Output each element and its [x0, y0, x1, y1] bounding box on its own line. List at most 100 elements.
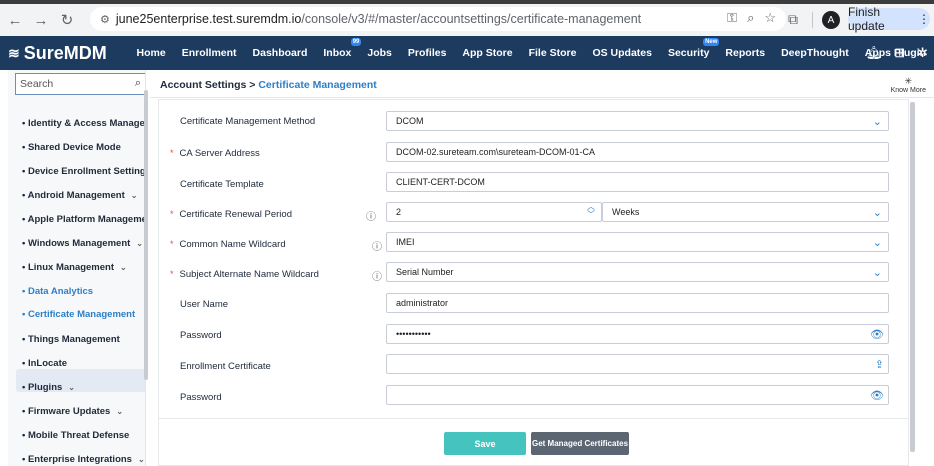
search-icon[interactable]: ⌕: [135, 77, 141, 90]
menu-app-store[interactable]: App Store: [454, 47, 520, 59]
url-host: june25enterprise.test.suremdm.io: [115, 12, 302, 26]
finish-update-button[interactable]: Finish update ⋮: [848, 5, 930, 33]
menu-jobs[interactable]: Jobs: [359, 47, 400, 59]
renewal-period-stepper[interactable]: 2 ︿ ﹀: [386, 202, 602, 222]
lightbulb-icon: ✳: [904, 76, 913, 86]
settings-gear-icon[interactable]: ✲: [917, 45, 928, 61]
ca-server-input[interactable]: DCOM-02.sureteam.com\sureteam-DCOM-01-CA: [386, 142, 889, 162]
template-input[interactable]: CLIENT-CERT-DCOM: [386, 172, 889, 192]
password-input[interactable]: ••••••••••• 👁︎: [386, 324, 889, 344]
main-scrollbar[interactable]: [910, 102, 915, 452]
sidebar-item-linux[interactable]: • Linux Management ⌄: [22, 262, 127, 273]
menu-os-updates[interactable]: OS Updates: [584, 47, 660, 59]
bookmark-star-icon[interactable]: ☆: [764, 10, 776, 26]
chevron-down-icon: ⌄: [872, 267, 882, 279]
address-bar[interactable]: ⚙ june25enterprise.test.suremdm.io/conso…: [90, 7, 786, 31]
menu-enrollment[interactable]: Enrollment: [174, 47, 245, 59]
info-icon[interactable]: ⓘ: [372, 268, 382, 283]
menu-file-store[interactable]: File Store: [521, 47, 585, 59]
menu-security[interactable]: Security New: [660, 38, 720, 59]
certificate-password-input[interactable]: 👁︎: [386, 385, 889, 405]
sidebar-item-identity[interactable]: • Identity & Access Management: [22, 118, 145, 129]
san-value: Serial Number: [396, 267, 454, 277]
breadcrumb-root[interactable]: Account Settings: [160, 79, 246, 91]
sidebar-item-label: Identity & Access Management: [27, 118, 145, 129]
sidebar-item-label: Android Management: [27, 190, 125, 201]
info-icon[interactable]: ⓘ: [372, 238, 382, 253]
menu-inbox[interactable]: Inbox 99: [315, 38, 362, 59]
san-select[interactable]: Serial Number ⌄: [386, 262, 889, 282]
required-asterisk: *: [170, 209, 174, 219]
save-button[interactable]: Save: [444, 432, 526, 455]
apps-grid-icon[interactable]: ⊞: [894, 45, 905, 61]
method-select[interactable]: DCOM ⌄: [386, 111, 889, 131]
profile-avatar[interactable]: A: [822, 11, 840, 29]
info-icon[interactable]: ⓘ: [366, 208, 376, 223]
menu-home[interactable]: Home: [129, 47, 174, 59]
back-icon[interactable]: ←: [4, 9, 26, 31]
sidebar-item-inlocate[interactable]: • InLocate: [22, 358, 67, 369]
username-input[interactable]: administrator: [386, 293, 889, 313]
sidebar-item-shared-device[interactable]: • Shared Device Mode: [22, 142, 121, 153]
menu-profiles[interactable]: Profiles: [400, 47, 455, 59]
chevron-down-icon: ⌄: [130, 191, 138, 200]
chevron-down-icon: ⌄: [137, 455, 145, 464]
upload-icon[interactable]: ⇪: [875, 358, 884, 371]
sidebar-item-label: Certificate Management: [27, 309, 136, 320]
reload-icon[interactable]: ↻: [56, 9, 78, 31]
inbox-badge: 99: [350, 38, 362, 46]
sidebar-item-label: Enterprise Integrations: [27, 454, 132, 465]
sidebar-item-android[interactable]: • Android Management ⌄: [22, 190, 137, 201]
breadcrumb-bar: Account Settings > Certificate Managemen…: [150, 70, 934, 98]
extensions-icon[interactable]: ⧉: [788, 11, 798, 28]
sidebar-item-device-enrollment[interactable]: • Device Enrollment Settings⌄: [22, 166, 145, 177]
notification-bell-icon[interactable]: 🔔︎: [866, 45, 883, 61]
suremdm-logo[interactable]: ≋ SureMDM: [8, 43, 129, 64]
chevron-down-icon: ⌄: [872, 207, 882, 219]
sidebar-item-data-analytics[interactable]: • Data Analytics: [22, 286, 93, 297]
wifi-logo-icon: ≋: [8, 44, 20, 61]
sidebar-item-label: Mobile Threat Defense: [27, 430, 130, 441]
enrollment-certificate-input[interactable]: ⇪: [386, 354, 889, 374]
renewal-unit-select[interactable]: Weeks ⌄: [602, 202, 889, 222]
cn-value: IMEI: [396, 237, 415, 247]
finish-update-label: Finish update: [848, 5, 885, 33]
menu-dashboard[interactable]: Dashboard: [245, 47, 316, 59]
sidebar-item-label: Shared Device Mode: [27, 142, 121, 153]
password-label: Password: [180, 330, 222, 341]
cn-select[interactable]: IMEI ⌄: [386, 232, 889, 252]
settings-sidebar: Search ⌕ • Identity & Access Management …: [8, 70, 146, 466]
menu-reports[interactable]: Reports: [717, 47, 773, 59]
cn-label: * Common Name Wildcard: [170, 239, 286, 250]
sidebar-item-plugins[interactable]: • Plugins ⌄: [22, 382, 75, 393]
sidebar-item-certificate-management[interactable]: • Certificate Management: [22, 309, 135, 320]
site-info-icon[interactable]: ⚙: [100, 13, 110, 26]
sidebar-item-label: Linux Management: [27, 262, 115, 273]
sidebar-item-apple[interactable]: • Apple Platform Management⌄: [22, 214, 145, 225]
sidebar-scrollbar[interactable]: [144, 90, 148, 380]
eye-icon[interactable]: 👁︎: [870, 328, 884, 341]
stepper-arrows-icon[interactable]: ︿ ﹀: [587, 203, 595, 219]
sidebar-item-things[interactable]: • Things Management: [22, 334, 120, 345]
sidebar-item-label: Data Analytics: [27, 286, 94, 297]
chevron-down-icon: ⌄: [872, 237, 882, 249]
know-more-button[interactable]: ✳ Know More: [891, 76, 926, 94]
sidebar-item-windows[interactable]: • Windows Management ⌄: [22, 238, 143, 249]
renewal-label: * Certificate Renewal Period: [170, 209, 292, 220]
renewal-unit: Weeks: [612, 207, 640, 217]
renewal-label-text: Certificate Renewal Period: [179, 209, 292, 220]
forward-icon[interactable]: →: [30, 9, 52, 31]
eye-icon[interactable]: 👁︎: [870, 389, 884, 402]
san-label: * Subject Alternate Name Wildcard: [170, 269, 319, 280]
zoom-icon[interactable]: ⌕: [747, 10, 754, 26]
menu-deepthought[interactable]: DeepThought: [773, 47, 857, 59]
template-label: Certificate Template: [180, 179, 264, 190]
sidebar-item-firmware[interactable]: • Firmware Updates ⌄: [22, 406, 123, 417]
sidebar-item-label: Plugins: [27, 382, 63, 393]
san-label-text: Subject Alternate Name Wildcard: [179, 269, 319, 280]
sidebar-item-mtd[interactable]: • Mobile Threat Defense: [22, 430, 129, 441]
sidebar-search-input[interactable]: Search ⌕: [15, 73, 145, 95]
password-key-icon[interactable]: ⚿: [727, 10, 737, 26]
sidebar-item-enterprise[interactable]: • Enterprise Integrations ⌄: [22, 454, 145, 465]
get-managed-certificates-button[interactable]: Get Managed Certificates: [531, 432, 629, 455]
